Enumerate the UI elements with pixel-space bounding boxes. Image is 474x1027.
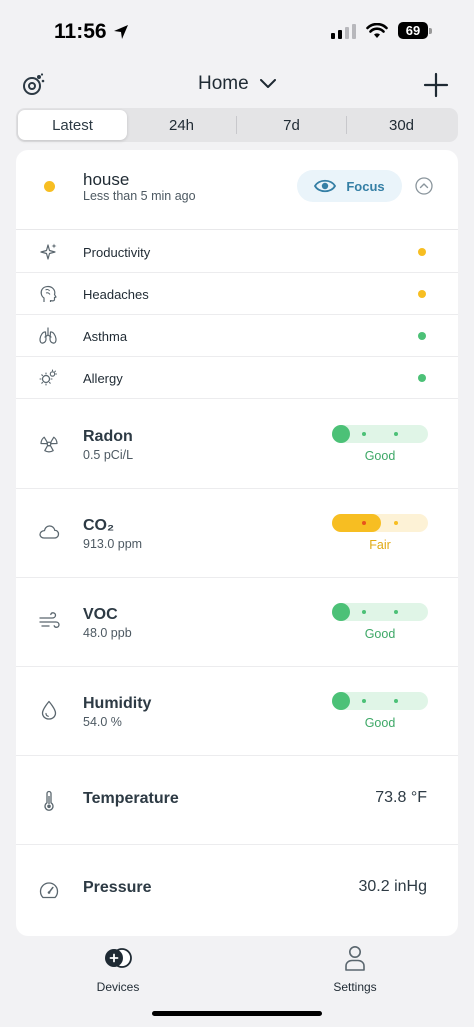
water-drop-icon	[41, 700, 57, 720]
metric-gauge	[332, 603, 428, 621]
radiation-icon	[40, 436, 58, 453]
thermometer-icon	[44, 790, 54, 811]
metric-value: 913.0 ppm	[83, 537, 143, 551]
status-indicators: 69	[331, 22, 432, 39]
device-header[interactable]: house Less than 5 min ago Focus	[16, 150, 458, 230]
metric-name: Pressure	[83, 879, 152, 896]
symptom-row-productivity[interactable]: Productivity	[16, 231, 458, 273]
chevron-down-icon	[259, 78, 276, 88]
device-last-updated: Less than 5 min ago	[83, 189, 196, 203]
tab-7d[interactable]: 7d	[237, 110, 346, 140]
person-icon	[345, 946, 365, 971]
metric-name: CO₂	[83, 517, 115, 534]
devices-icon	[105, 948, 132, 968]
head-icon	[40, 285, 57, 302]
focus-label: Focus	[346, 178, 385, 194]
tab-settings-nav[interactable]: Settings	[295, 944, 415, 994]
battery-icon: 69	[398, 22, 432, 39]
home-indicator	[152, 1011, 322, 1016]
sparkle-icon	[40, 243, 57, 260]
metric-row-temperature[interactable]: Temperature 73.8 °F	[16, 756, 458, 845]
metric-value: 30.2 inHg	[358, 878, 428, 895]
status-time: 11:56	[54, 20, 129, 44]
device-status-dot	[44, 181, 55, 192]
home-selector[interactable]: Home	[0, 73, 474, 95]
metric-name: VOC	[83, 606, 118, 623]
symptom-status-dot	[418, 332, 426, 340]
cellular-signal-icon	[331, 23, 356, 39]
metric-name: Radon	[83, 428, 133, 445]
wifi-icon	[366, 22, 388, 38]
metric-name: Temperature	[83, 790, 179, 807]
status-time-text: 11:56	[54, 20, 107, 43]
status-bar: 11:56 69	[0, 0, 474, 62]
symptom-status-dot	[418, 248, 426, 256]
time-range-tabs: Latest 24h 7d 30d	[16, 108, 458, 142]
metric-rating: Good	[364, 716, 396, 730]
metric-row-humidity[interactable]: Humidity 54.0 % Good	[16, 667, 458, 756]
symptom-row-asthma[interactable]: Asthma	[16, 315, 458, 357]
tab-24h[interactable]: 24h	[127, 110, 236, 140]
metric-gauge	[332, 514, 428, 532]
chevron-up-circle-icon[interactable]	[415, 177, 433, 195]
tab-30d[interactable]: 30d	[347, 110, 456, 140]
cloud-icon	[39, 525, 60, 539]
symptom-status-dot	[418, 374, 426, 382]
metric-gauge	[332, 425, 428, 443]
metric-rating: Good	[364, 627, 396, 641]
symptom-label: Headaches	[83, 287, 149, 302]
nav-title-text: Home	[198, 73, 249, 94]
symptom-label: Productivity	[83, 245, 151, 260]
device-card: house Less than 5 min ago Focus Producti…	[16, 150, 458, 936]
device-name: house	[83, 170, 130, 189]
symptom-row-headaches[interactable]: Headaches	[16, 273, 458, 315]
gauge-icon	[39, 882, 59, 899]
metric-row-pressure[interactable]: Pressure 30.2 inHg	[16, 845, 458, 934]
symptom-row-allergy[interactable]: Allergy	[16, 357, 458, 399]
metric-value: 48.0 ppb	[83, 626, 132, 640]
pollen-icon	[39, 369, 58, 386]
metric-row-radon[interactable]: Radon 0.5 pCi/L Good	[16, 400, 458, 489]
metric-row-co2[interactable]: CO₂ 913.0 ppm Fair	[16, 489, 458, 578]
metric-value: 54.0 %	[83, 715, 122, 729]
metric-row-voc[interactable]: VOC 48.0 ppb Good	[16, 578, 458, 667]
focus-button[interactable]: Focus	[297, 170, 402, 202]
symptom-label: Allergy	[83, 371, 123, 386]
location-arrow-icon	[113, 25, 128, 39]
lungs-icon	[39, 327, 57, 344]
tab-devices-label: Devices	[96, 980, 140, 994]
tab-devices[interactable]: Devices	[58, 944, 178, 994]
add-icon[interactable]	[422, 71, 450, 99]
battery-level: 69	[398, 22, 428, 39]
nav-bar: Home	[0, 62, 474, 108]
symptom-status-dot	[418, 290, 426, 298]
metric-value: 0.5 pCi/L	[83, 448, 134, 462]
symptom-label: Asthma	[83, 329, 128, 344]
wind-icon	[39, 612, 60, 628]
metric-gauge	[332, 692, 428, 710]
metric-value: 73.8 °F	[375, 789, 427, 806]
metric-name: Humidity	[83, 695, 152, 712]
eye-icon	[314, 179, 337, 193]
tab-settings-label: Settings	[333, 980, 377, 994]
tab-latest[interactable]: Latest	[18, 110, 127, 140]
metric-rating: Good	[364, 449, 396, 463]
metric-rating: Fair	[369, 538, 391, 552]
